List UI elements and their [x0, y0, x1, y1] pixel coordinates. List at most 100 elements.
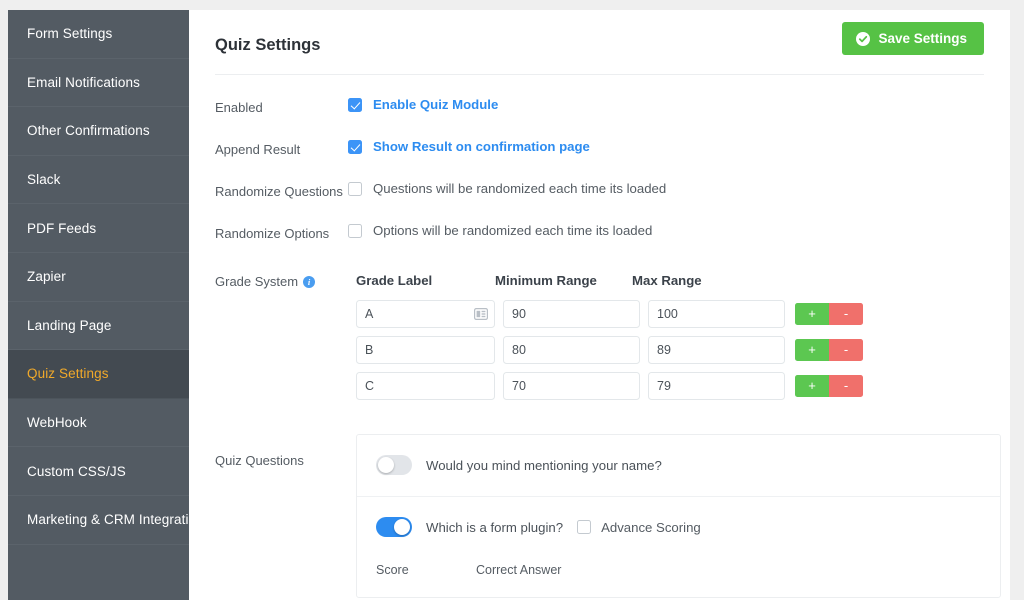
correct-answer-column-label: Correct Answer	[476, 563, 562, 577]
grade-label-input[interactable]	[356, 372, 495, 400]
grade-label-input[interactable]	[356, 336, 495, 364]
settings-sidebar: Form Settings Email Notifications Other Co…	[8, 10, 189, 600]
sidebar-item-label: Email Notifications	[27, 74, 140, 90]
show-result-label[interactable]: Show Result on confirmation page	[373, 139, 590, 154]
enable-quiz-module-checkbox[interactable]	[348, 97, 362, 112]
minimum-range-input-wrapper	[503, 372, 640, 400]
sidebar-item-label: Zapier	[27, 269, 66, 285]
advance-scoring-label[interactable]: Advance Scoring	[601, 520, 701, 535]
quiz-question-header: Would you mind mentioning your name?	[376, 455, 1000, 475]
remove-grade-row-button[interactable]: -	[829, 303, 863, 325]
toggle-knob	[394, 519, 410, 535]
grade-row-actions: + -	[795, 375, 863, 397]
grade-table-header: Grade Label Minimum Range Max Range	[356, 271, 984, 288]
add-grade-row-button[interactable]: +	[795, 303, 829, 325]
max-range-input[interactable]	[648, 336, 785, 364]
sidebar-item-slack[interactable]: Slack	[8, 156, 189, 205]
sidebar-item-form-settings[interactable]: Form Settings	[8, 10, 189, 59]
grade-row-actions: + -	[795, 339, 863, 361]
page-header: Quiz Settings Save Settings	[215, 10, 984, 75]
sidebar-item-label: Custom CSS/JS	[27, 463, 126, 479]
sidebar-item-label: Form Settings	[27, 26, 113, 42]
column-header-max-range: Max Range	[632, 273, 702, 288]
randomize-questions-label[interactable]: Questions will be randomized each time i…	[373, 181, 666, 196]
sidebar-item-label: Marketing & CRM Integrations	[27, 512, 189, 528]
row-randomize-options: Randomize Options Options will be random…	[215, 201, 984, 243]
remove-grade-row-button[interactable]: -	[829, 339, 863, 361]
add-grade-row-button[interactable]: +	[795, 339, 829, 361]
sidebar-item-custom-css-js[interactable]: Custom CSS/JS	[8, 447, 189, 496]
label-quiz-questions: Quiz Questions	[215, 453, 304, 468]
page-title: Quiz Settings	[215, 36, 321, 54]
minimum-range-input[interactable]	[503, 336, 640, 364]
max-range-input-wrapper	[648, 336, 785, 364]
quiz-questions-panel: Would you mind mentioning your name? Whic…	[356, 434, 1001, 598]
sidebar-item-zapier[interactable]: Zapier	[8, 253, 189, 302]
sidebar-item-label: Slack	[27, 172, 61, 188]
grade-label-input-wrapper	[356, 300, 495, 328]
sidebar-item-other-confirmations[interactable]: Other Confirmations	[8, 107, 189, 156]
main-content: Quiz Settings Save Settings Enabled Enab…	[189, 10, 1010, 600]
row-append-result: Append Result Show Result on confirmatio…	[215, 117, 984, 159]
sidebar-item-quiz-settings[interactable]: Quiz Settings	[8, 350, 189, 399]
minimum-range-input-wrapper	[503, 300, 640, 328]
quiz-settings-form: Enabled Enable Quiz Module Append Result…	[189, 75, 1010, 598]
label-append-result: Append Result	[215, 142, 301, 157]
row-randomize-questions: Randomize Questions Questions will be ra…	[215, 159, 984, 201]
grade-label-input-wrapper	[356, 372, 495, 400]
quiz-question-toggle[interactable]	[376, 517, 412, 537]
randomize-options-label[interactable]: Options will be randomized each time its…	[373, 223, 652, 238]
remove-grade-row-button[interactable]: -	[829, 375, 863, 397]
quiz-question-text: Would you mind mentioning your name?	[426, 457, 662, 473]
row-grade-system: Grade System i Grade Label Minimum Range …	[215, 243, 984, 408]
max-range-input[interactable]	[648, 300, 785, 328]
save-settings-button[interactable]: Save Settings	[842, 22, 984, 55]
sidebar-item-label: Other Confirmations	[27, 123, 150, 139]
save-settings-label: Save Settings	[878, 31, 967, 46]
quiz-question-subheader: Score Correct Answer	[376, 563, 1000, 577]
toggle-knob	[378, 457, 394, 473]
quiz-question-item: Would you mind mentioning your name?	[357, 435, 1000, 497]
sidebar-item-email-notifications[interactable]: Email Notifications	[8, 59, 189, 108]
advance-scoring-group: Advance Scoring	[577, 520, 701, 535]
smart-tag-icon[interactable]	[474, 307, 489, 321]
column-header-minimum-range: Minimum Range	[495, 273, 597, 288]
sidebar-item-pdf-feeds[interactable]: PDF Feeds	[8, 204, 189, 253]
row-enabled: Enabled Enable Quiz Module	[215, 75, 984, 117]
label-enabled: Enabled	[215, 100, 263, 115]
show-result-checkbox[interactable]	[348, 139, 362, 154]
minimum-range-input-wrapper	[503, 336, 640, 364]
grade-row-actions: + -	[795, 303, 863, 325]
max-range-input-wrapper	[648, 372, 785, 400]
minimum-range-input[interactable]	[503, 300, 640, 328]
quiz-question-header: Which is a form plugin? Advance Scoring	[376, 517, 1000, 537]
advance-scoring-checkbox[interactable]	[577, 520, 592, 534]
max-range-input[interactable]	[648, 372, 785, 400]
info-icon[interactable]: i	[303, 276, 316, 288]
sidebar-item-marketing-crm-integrations[interactable]: Marketing & CRM Integrations	[8, 496, 189, 545]
max-range-input-wrapper	[648, 300, 785, 328]
quiz-question-text: Which is a form plugin?	[426, 519, 564, 535]
grade-row: +-	[356, 372, 984, 400]
label-randomize-options: Randomize Options	[215, 226, 330, 241]
label-randomize-questions: Randomize Questions	[215, 184, 343, 199]
randomize-questions-checkbox[interactable]	[348, 181, 362, 196]
grade-table-body: +-+-+-	[356, 300, 984, 400]
grade-system-text: Grade System	[215, 274, 299, 289]
randomize-options-checkbox[interactable]	[348, 223, 362, 238]
sidebar-item-label: Quiz Settings	[27, 366, 109, 382]
sidebar-item-landing-page[interactable]: Landing Page	[8, 302, 189, 351]
quiz-question-toggle[interactable]	[376, 455, 412, 475]
grade-row: +-	[356, 336, 984, 364]
grade-label-input-wrapper	[356, 336, 495, 364]
enable-quiz-module-label[interactable]: Enable Quiz Module	[373, 97, 498, 112]
sidebar-item-label: WebHook	[27, 415, 87, 431]
sidebar-item-webhook[interactable]: WebHook	[8, 399, 189, 448]
quiz-question-item: Which is a form plugin? Advance Scoring Sc…	[357, 497, 1000, 597]
score-column-label: Score	[376, 563, 409, 577]
label-grade-system: Grade System i	[215, 271, 348, 291]
sidebar-item-label: PDF Feeds	[27, 220, 97, 236]
app-window: Form Settings Email Notifications Other Co…	[0, 0, 1024, 600]
minimum-range-input[interactable]	[503, 372, 640, 400]
add-grade-row-button[interactable]: +	[795, 375, 829, 397]
